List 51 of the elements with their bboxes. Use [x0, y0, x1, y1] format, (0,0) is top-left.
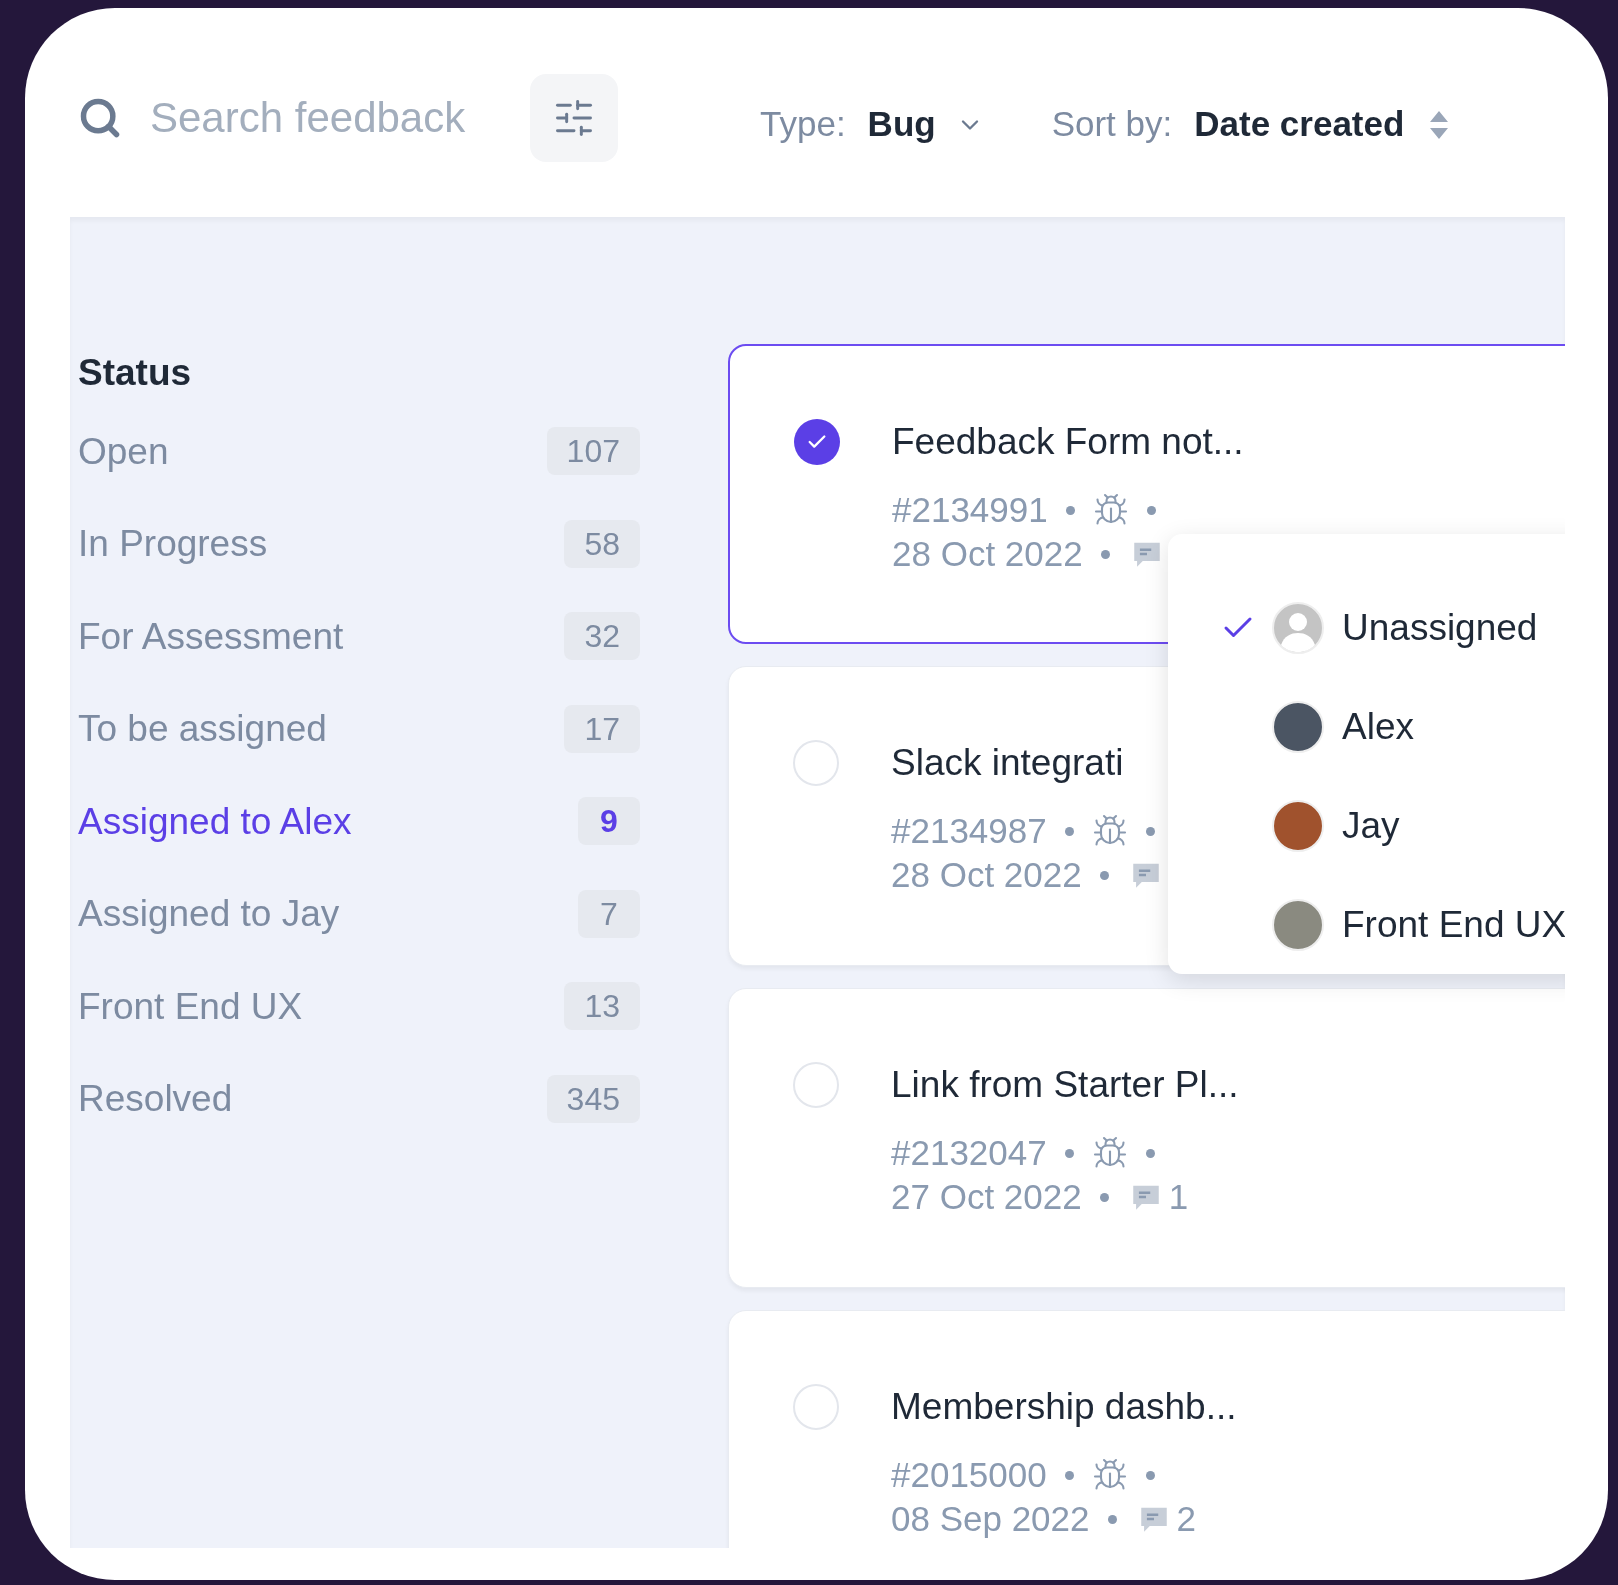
dot-separator — [1099, 870, 1109, 880]
count-badge: 13 — [564, 982, 640, 1031]
feedback-title: Link from Starter Pl... — [891, 1063, 1239, 1107]
dot-separator — [1065, 505, 1075, 515]
bug-icon — [1091, 1457, 1128, 1493]
feedback-date: 08 Sep 2022 — [891, 1498, 1090, 1540]
dot-separator — [1064, 1470, 1074, 1480]
feedback-id: #2015000 — [891, 1454, 1047, 1496]
count-badge: 17 — [564, 704, 640, 753]
feedback-date: 27 Oct 2022 — [891, 1176, 1082, 1218]
dot-separator — [1100, 549, 1110, 559]
dot-separator — [1107, 1514, 1117, 1524]
bug-icon — [1092, 492, 1129, 528]
comment-count: 2 — [1176, 1498, 1196, 1540]
feedback-card[interactable]: Membership dashb... #2015000 08 Sep 2022 2 — [728, 1310, 1565, 1548]
status-heading: Status — [78, 351, 193, 395]
feedback-title: Membership dashb... — [891, 1385, 1237, 1429]
dot-separator — [1064, 1148, 1074, 1158]
dot-separator — [1145, 1148, 1155, 1158]
filter-settings-button[interactable] — [530, 73, 618, 162]
feedback-id: #2132047 — [891, 1132, 1047, 1174]
count-badge: 7 — [578, 889, 640, 938]
count-badge: 58 — [564, 519, 640, 568]
dot-separator — [1145, 1470, 1155, 1480]
feedback-date: 28 Oct 2022 — [892, 533, 1083, 575]
assignee-option[interactable]: Front End UX — [1220, 875, 1565, 974]
selected-radio[interactable] — [794, 419, 840, 465]
dot-separator — [1064, 826, 1074, 836]
feedback-id: #2134991 — [892, 489, 1048, 531]
filter-dropdown[interactable]: Sort by: Date created — [1051, 98, 1451, 151]
feedback-title: Slack integrati — [891, 741, 1125, 785]
count-badge: 32 — [564, 612, 640, 661]
feedback-id: #2134987 — [891, 810, 1047, 852]
feedback-card[interactable]: Link from Starter Pl... #2132047 27 Oct 2022 1 — [728, 988, 1565, 1288]
feedback-date: 28 Oct 2022 — [891, 854, 1082, 896]
filter-dropdown[interactable]: Type: Bug — [760, 98, 984, 151]
bug-icon — [1091, 813, 1128, 849]
dot-separator — [1145, 826, 1155, 836]
dot-separator — [1099, 1192, 1109, 1202]
feedback-title: Feedback Form not... — [892, 420, 1244, 464]
avatar-silhouette-icon — [1272, 601, 1324, 654]
dot-separator — [1146, 505, 1156, 515]
bug-icon — [1091, 1135, 1128, 1171]
assignee-option[interactable]: Alex — [1220, 677, 1565, 776]
status-filter-item[interactable]: Assigned to Alex 9 — [78, 775, 640, 868]
count-badge: 9 — [578, 797, 640, 846]
count-badge: 345 — [546, 1074, 640, 1123]
comment-count: 1 — [1168, 1176, 1189, 1218]
count-badge: 107 — [546, 427, 640, 476]
assignee-option[interactable]: Jay — [1220, 776, 1565, 875]
search-field[interactable]: Search feedback — [150, 86, 510, 149]
